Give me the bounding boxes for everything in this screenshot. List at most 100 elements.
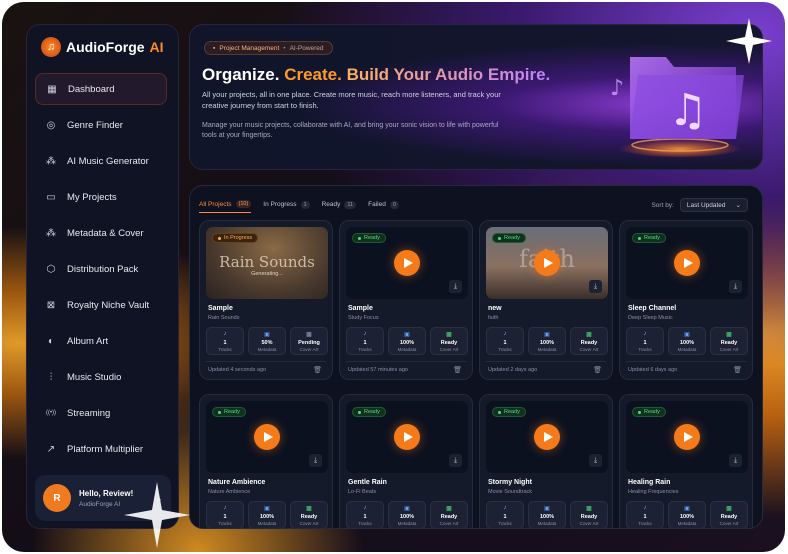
project-thumbnail: Ready ⤓ — [626, 227, 748, 299]
play-button[interactable] — [534, 424, 560, 450]
tab-ready[interactable]: Ready 11 — [322, 200, 357, 213]
status-dot — [218, 410, 221, 414]
music-note-icon: ♪ — [363, 331, 367, 337]
project-subtitle: faith — [488, 315, 499, 321]
tab-failed[interactable]: Failed 0 — [368, 200, 399, 213]
status-dot — [638, 410, 641, 414]
tab-count-badge: 1 — [300, 200, 310, 209]
tab-in-progress[interactable]: In Progress 1 — [263, 200, 310, 213]
tab-count-badge: 11 — [344, 200, 357, 209]
hero-banner: ▪ Project Management • AI-Powered Organi… — [189, 24, 763, 170]
project-card[interactable]: Ready ⤓ Stormy Night Movie Soundtrack ♪ 1 Trac… — [479, 394, 613, 528]
stat-cover-art: ▩ Ready Cover Art — [430, 501, 468, 528]
project-card[interactable]: Ready ⤓ Sample Study Focus ♪ 1 Tracks ▣ 100% Meta… — [339, 220, 473, 380]
stat-label: Tracks — [358, 521, 372, 526]
status-label: Ready — [364, 409, 380, 415]
download-icon: ⤓ — [593, 282, 598, 290]
project-subtitle: Study Focus — [348, 315, 379, 321]
play-button[interactable] — [394, 250, 420, 276]
sidebar-item-metadata-cover[interactable]: ⁂ Metadata & Cover — [35, 217, 167, 249]
play-button[interactable] — [674, 250, 700, 276]
status-label: Ready — [364, 235, 380, 241]
stat-value: 50% — [261, 340, 273, 346]
play-icon — [403, 258, 413, 268]
trash-icon[interactable]: 🗑 — [733, 366, 742, 374]
pill-label: Project Management — [219, 44, 280, 52]
sort-value: Last Updated — [686, 201, 726, 209]
music-note-icon: ♪ — [643, 505, 647, 511]
stat-value: 100% — [259, 514, 275, 520]
project-title: Sample — [348, 305, 373, 312]
sidebar-item-label: My Projects — [67, 191, 117, 203]
stat-tracks: ♪ 1 Tracks — [626, 501, 664, 528]
play-button[interactable] — [674, 424, 700, 450]
stat-label: Metadata — [397, 521, 417, 526]
updated-timestamp: Updated 6 days ago — [628, 367, 678, 373]
sidebar-item-my-projects[interactable]: ▭ My Projects — [35, 181, 167, 213]
sidebar-item-dashboard[interactable]: ▦ Dashboard — [35, 73, 167, 105]
tab-label: All Projects — [199, 200, 232, 208]
stat-cover-art: ▩ Ready Cover Art — [710, 501, 748, 528]
project-thumbnail: Ready ⤓ — [486, 401, 608, 473]
download-button[interactable]: ⤓ — [729, 454, 742, 467]
project-card[interactable]: faithReady⤓newfaith♪1Tracks▣100%Metadata… — [479, 220, 613, 380]
thumbnail-text: Rain Sounds — [219, 253, 315, 271]
trash-icon[interactable]: 🗑 — [593, 366, 602, 374]
project-card[interactable]: Ready ⤓ Sleep Channel Deep Sleep Music ♪ 1 Tra… — [619, 220, 753, 380]
sidebar-item-streaming[interactable]: ((•)) Streaming — [35, 397, 167, 429]
avatar: R — [43, 484, 71, 512]
sparkle-icon — [726, 18, 772, 64]
sort-select[interactable]: Last Updated ⌄ — [679, 198, 748, 212]
sidebar-item-label: Streaming — [67, 407, 111, 419]
status-badge: In Progress — [212, 233, 259, 243]
stat-value: 100% — [679, 514, 695, 520]
download-button[interactable]: ⤓ — [309, 454, 322, 467]
project-title: Nature Ambience — [208, 479, 266, 486]
project-card[interactable]: Ready ⤓ Healing Rain Healing Frequencies ♪ 1 T… — [619, 394, 753, 528]
sidebar-item-distribution-pack[interactable]: ⬡ Distribution Pack — [35, 253, 167, 285]
svg-text:♪: ♪ — [610, 76, 624, 101]
trash-icon[interactable]: 🗑 — [453, 366, 462, 374]
metadata-icon: ▣ — [544, 506, 550, 512]
download-button[interactable]: ⤓ — [449, 280, 462, 293]
sidebar-item-label: Metadata & Cover — [67, 227, 144, 239]
magic-wand-icon: ⁂ — [46, 227, 56, 239]
sidebar-item-genre-finder[interactable]: ◎ Genre Finder — [35, 109, 167, 141]
sidebar-item-platform-multiplier[interactable]: ↗ Platform Multiplier — [35, 433, 167, 465]
play-button[interactable] — [534, 250, 560, 276]
stat-cover-art: ▩ Ready Cover Art — [570, 327, 608, 355]
sidebar-item-royalty-niche-vault[interactable]: ⊠ Royalty Niche Vault — [35, 289, 167, 321]
project-card[interactable]: Ready ⤓ Nature Ambience Nature Ambience ♪ 1 Tr… — [199, 394, 333, 528]
stat-label: Metadata — [537, 521, 557, 526]
tab-count-badge: 0 — [389, 200, 399, 209]
tab-count-badge: (10) — [235, 200, 252, 208]
sidebar-item-album-art[interactable]: ◐ Album Art — [35, 325, 167, 357]
stat-label: Tracks — [498, 521, 512, 526]
download-button[interactable]: ⤓ — [589, 280, 602, 293]
project-card[interactable]: Ready ⤓ Gentle Rain Lo-Fi Beats ♪ 1 Tracks ▣ 100… — [339, 394, 473, 528]
stat-label: Cover Art — [299, 347, 319, 352]
download-icon: ⤓ — [733, 456, 738, 464]
sidebar-item-ai-music-generator[interactable]: ⁂ AI Music Generator — [35, 145, 167, 177]
app-logo[interactable]: ♫ AudioForge AI — [41, 37, 164, 57]
sidebar-item-music-studio[interactable]: ⫶ Music Studio — [35, 361, 167, 393]
download-button[interactable]: ⤓ — [449, 454, 462, 467]
project-stats: ♪ 1 Tracks ▣ 50% Metadata ▩ Pending Cover Art — [206, 327, 328, 355]
download-button[interactable]: ⤓ — [589, 454, 602, 467]
play-button[interactable] — [254, 424, 280, 450]
stat-label: Metadata — [677, 521, 697, 526]
image-icon: ▩ — [726, 332, 732, 338]
download-button[interactable]: ⤓ — [729, 280, 742, 293]
tab-label: Failed — [368, 201, 386, 208]
play-button[interactable] — [394, 424, 420, 450]
trash-icon[interactable]: 🗑 — [313, 366, 322, 374]
project-card[interactable]: Rain Sounds Generating... In Progress Sampl… — [199, 220, 333, 380]
download-icon: ⤓ — [733, 282, 738, 290]
palette-icon: ◐ — [47, 335, 55, 347]
image-icon: ▩ — [586, 332, 592, 338]
tab-all-projects[interactable]: All Projects (10) — [199, 200, 252, 213]
hero-paragraph-1: All your projects, all in one place. Cre… — [202, 90, 501, 110]
sidebar-item-label: Royalty Niche Vault — [67, 299, 150, 311]
stat-value: 100% — [399, 514, 415, 520]
metadata-icon: ▣ — [684, 506, 690, 512]
